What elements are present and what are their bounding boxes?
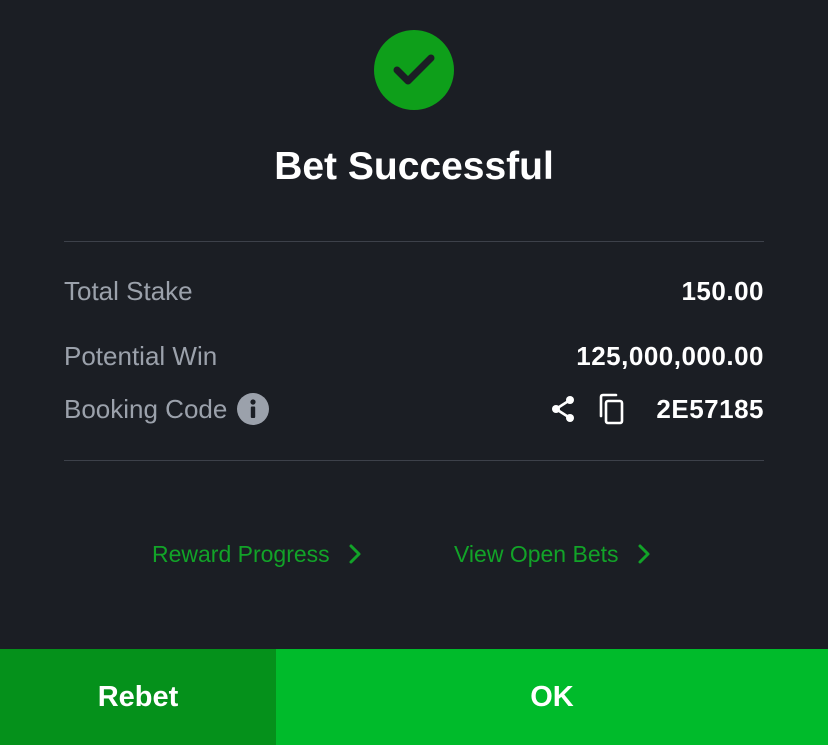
booking-code-label-group: Booking Code: [64, 393, 270, 425]
bottom-divider: [64, 460, 764, 461]
reward-progress-label: Reward Progress: [152, 540, 330, 567]
check-circle-icon: [374, 30, 454, 110]
chevron-right-icon: [348, 543, 362, 565]
potential-win-row: Potential Win 125,000,000.00: [64, 336, 764, 376]
potential-win-value: 125,000,000.00: [576, 340, 764, 371]
total-stake-row: Total Stake 150.00: [64, 271, 764, 311]
booking-code-row: Booking Code 2E57185: [64, 389, 764, 429]
quick-links: Reward Progress View Open Bets: [0, 534, 828, 574]
reward-progress-link[interactable]: Reward Progress: [152, 534, 362, 574]
total-stake-label: Total Stake: [64, 275, 193, 306]
chevron-right-icon: [637, 543, 651, 565]
rebet-button[interactable]: Rebet: [0, 649, 276, 745]
booking-code-label: Booking Code: [64, 393, 228, 424]
share-icon[interactable]: [546, 392, 580, 426]
info-icon[interactable]: [237, 393, 270, 425]
booking-code-value: 2E57185: [656, 393, 764, 424]
bet-success-modal: Bet Successful Total Stake 150.00 Potent…: [0, 0, 828, 745]
view-open-bets-label: View Open Bets: [454, 540, 619, 567]
top-divider: [64, 241, 764, 242]
booking-code-actions: 2E57185: [546, 392, 764, 426]
ok-button[interactable]: OK: [276, 649, 828, 745]
view-open-bets-link[interactable]: View Open Bets: [454, 534, 651, 574]
total-stake-value: 150.00: [681, 275, 764, 306]
potential-win-label: Potential Win: [64, 340, 218, 371]
copy-icon[interactable]: [594, 392, 628, 426]
page-title: Bet Successful: [274, 145, 554, 188]
